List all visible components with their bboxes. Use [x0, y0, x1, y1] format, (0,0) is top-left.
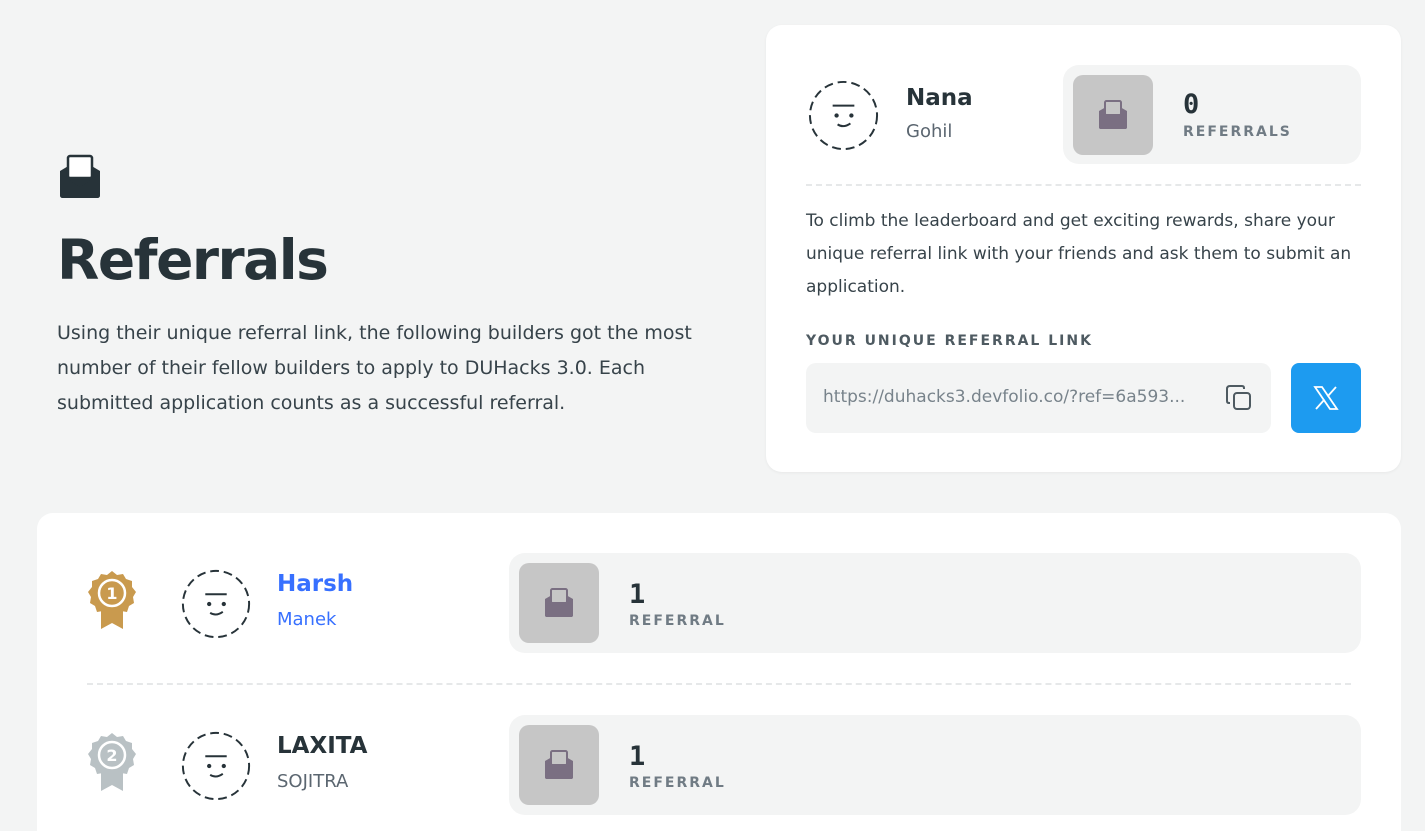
referral-link-value[interactable]: https://duhacks3.devfolio.co/?ref=6a593.…: [823, 387, 1213, 407]
user-referral-card: Nana Gohil 0 REFERRALS To climb the lead…: [766, 25, 1401, 472]
builder-referral-stat: 1 REFERRAL: [509, 553, 1361, 653]
builder-referral-label: REFERRAL: [629, 613, 726, 629]
builder-last-name[interactable]: Manek: [277, 609, 336, 630]
user-referral-label: REFERRALS: [1183, 124, 1292, 140]
hero-section: Referrals Using their unique referral li…: [57, 154, 717, 421]
user-card-description: To climb the leaderboard and get excitin…: [806, 211, 1352, 297]
referral-icon-box: [519, 725, 599, 805]
gold-medal-icon: 1: [88, 571, 136, 629]
referral-icon-box: [519, 563, 599, 643]
user-first-name: Nana: [906, 85, 973, 111]
referral-link-label: YOUR UNIQUE REFERRAL LINK: [806, 333, 1093, 349]
envelope-open-icon: [1099, 100, 1127, 129]
avatar: [181, 569, 251, 639]
avatar: [181, 731, 251, 801]
builder-referral-count: 1: [629, 741, 646, 772]
copy-icon[interactable]: [1224, 383, 1254, 413]
envelope-open-icon: [545, 588, 573, 617]
referral-link-field[interactable]: https://duhacks3.devfolio.co/?ref=6a593.…: [806, 363, 1271, 433]
user-referral-count: 0: [1183, 89, 1200, 120]
medal-rank: 1: [106, 584, 117, 603]
leaderboard: 1 Harsh Manek 1 REFERRAL 2 LAXITA SOJITR…: [37, 513, 1401, 831]
builder-first-name: LAXITA: [277, 733, 368, 759]
page-description: Using their unique referral link, the fo…: [57, 322, 692, 414]
envelope-open-icon: [60, 154, 100, 198]
envelope-open-icon: [545, 750, 573, 779]
divider: [87, 683, 1351, 685]
user-last-name: Gohil: [906, 121, 953, 142]
leaderboard-row: 1 Harsh Manek 1 REFERRAL: [37, 553, 1401, 653]
x-logo-icon: [1313, 386, 1339, 410]
share-on-x-button[interactable]: [1291, 363, 1361, 433]
avatar: [808, 80, 879, 151]
divider: [806, 184, 1361, 186]
medal-rank: 2: [106, 746, 117, 765]
builder-referral-stat: 1 REFERRAL: [509, 715, 1361, 815]
user-referral-stat: 0 REFERRALS: [1063, 65, 1361, 164]
referral-icon-box: [1073, 75, 1153, 155]
builder-referral-count: 1: [629, 579, 646, 610]
builder-first-name[interactable]: Harsh: [277, 571, 353, 597]
page-title: Referrals: [57, 228, 329, 292]
leaderboard-row: 2 LAXITA SOJITRA 1 REFERRAL: [37, 715, 1401, 815]
builder-last-name: SOJITRA: [277, 771, 349, 792]
silver-medal-icon: 2: [88, 733, 136, 791]
builder-referral-label: REFERRAL: [629, 775, 726, 791]
